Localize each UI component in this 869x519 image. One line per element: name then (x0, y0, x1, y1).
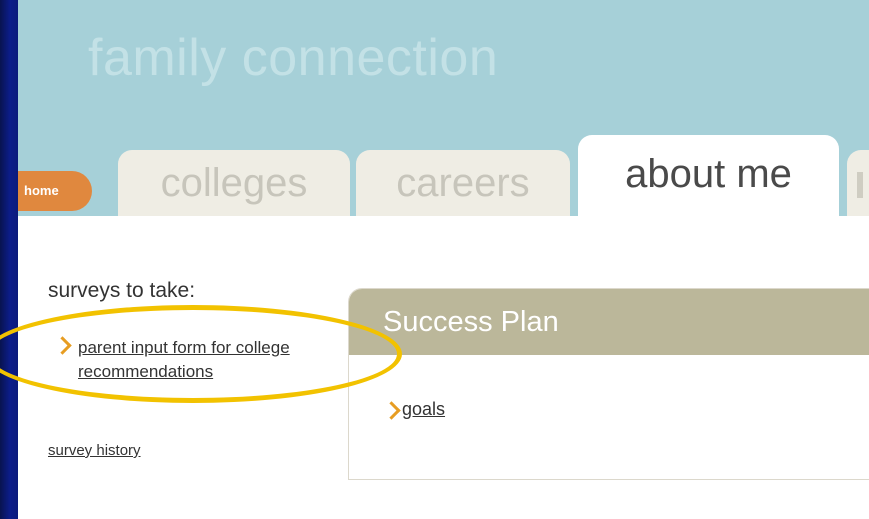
survey-history-link[interactable]: survey history (48, 442, 141, 459)
panel-title: Success Plan (349, 289, 869, 355)
goals-link[interactable]: goals (402, 399, 445, 419)
tab-next-partial[interactable] (847, 150, 869, 216)
list-item: parent input form for college recommenda… (48, 336, 318, 384)
tab-about-me[interactable]: about me (578, 135, 839, 217)
site-header: family connection home colleges careers … (18, 0, 869, 217)
list-item: goals (382, 399, 445, 420)
survey-list: parent input form for college recommenda… (48, 336, 318, 384)
chevron-right-icon (382, 401, 401, 420)
browser-screenshot: family connection home colleges careers … (18, 0, 869, 519)
site-title: family connection (88, 29, 499, 87)
tab-next-text-fragment (857, 172, 863, 198)
parent-input-form-link[interactable]: parent input form for college recommenda… (78, 338, 290, 381)
home-tab[interactable]: home (18, 171, 92, 211)
surveys-heading: surveys to take: (48, 279, 196, 302)
tab-careers[interactable]: careers (356, 150, 570, 216)
page-content: surveys to take: parent input form for c… (18, 216, 869, 519)
success-plan-panel: Success Plan goals (348, 288, 869, 480)
chevron-right-icon (53, 336, 72, 355)
tab-colleges[interactable]: colleges (118, 150, 350, 216)
